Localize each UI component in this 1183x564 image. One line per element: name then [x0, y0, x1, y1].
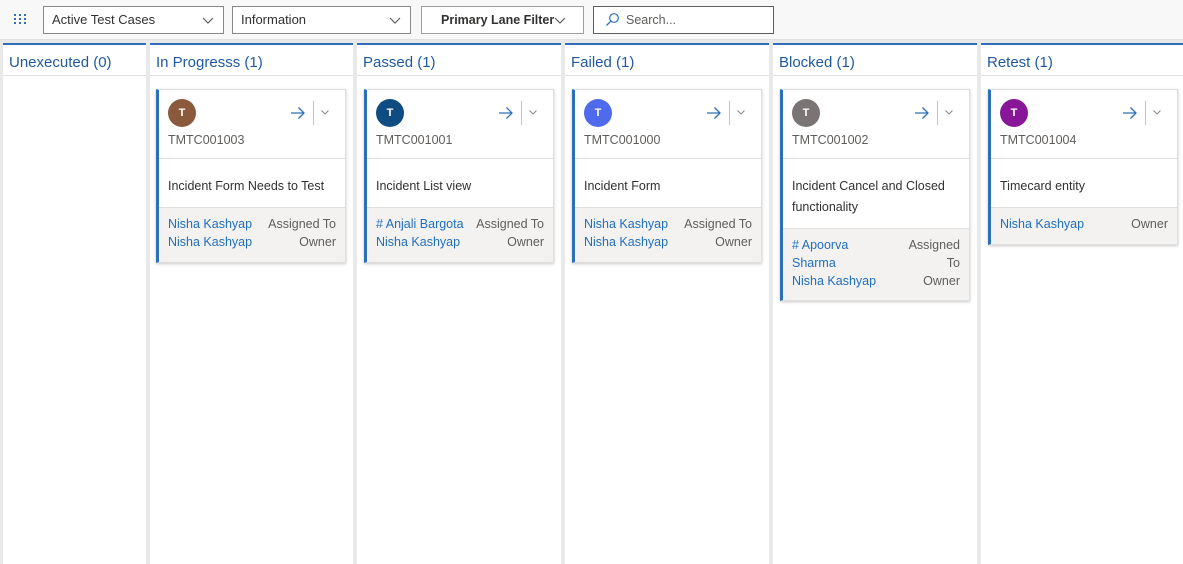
- owner-link[interactable]: Nisha Kashyap: [168, 235, 252, 249]
- card-footer: # Anjali Bargota Assigned To Nisha Kashya…: [367, 207, 553, 262]
- avatar: T: [792, 99, 820, 127]
- card-title: Incident Form Needs to Test: [168, 179, 325, 193]
- card-header: T TMTC001003: [159, 90, 345, 159]
- assigned-to-link[interactable]: Nisha Kashyap: [584, 217, 668, 231]
- owner-link[interactable]: Nisha Kashyap: [1000, 217, 1084, 231]
- card-header: T TMTC001004: [991, 90, 1177, 159]
- card-header: T TMTC001000: [575, 90, 761, 159]
- assigned-to-link-cont[interactable]: Sharma: [792, 256, 836, 270]
- avatar: T: [1000, 99, 1028, 127]
- chevron-down-icon[interactable]: [944, 107, 954, 117]
- lane-title: In Progresss (1): [156, 54, 263, 71]
- assigned-to-label: Assigned To: [268, 217, 336, 231]
- assigned-to-label-cont: To: [946, 256, 960, 270]
- card-header: T TMTC001001: [367, 90, 553, 159]
- owner-label: Owner: [299, 235, 336, 249]
- chevron-down-icon[interactable]: [1152, 107, 1162, 117]
- chevron-down-icon[interactable]: [736, 107, 746, 117]
- lane-in-progress: In Progresss (1) T TMTC001003 Incident F…: [150, 43, 353, 564]
- arrow-right-icon[interactable]: [705, 104, 723, 122]
- card-title: Incident Form: [584, 179, 661, 193]
- test-case-card[interactable]: T TMTC001002 Incident Cancel and Closed …: [780, 89, 970, 301]
- assigned-to-link[interactable]: # Anjali Bargota: [376, 217, 464, 231]
- assigned-to-label: Assigned To: [476, 217, 544, 231]
- lane-passed: Passed (1) T TMTC001001 Incident List vi…: [357, 43, 561, 564]
- card-id: TMTC001003: [168, 133, 245, 147]
- lane-title: Failed (1): [571, 54, 635, 71]
- divider: [1145, 101, 1146, 125]
- owner-label: Owner: [715, 235, 752, 249]
- card-id: TMTC001000: [584, 133, 661, 147]
- test-case-card[interactable]: T TMTC001001 Incident List view # Anjali…: [364, 89, 554, 263]
- card-footer: Nisha Kashyap Assigned To Nisha Kashyap Ow…: [575, 207, 761, 262]
- search-icon: [606, 13, 619, 26]
- view-select-value: Active Test Cases: [52, 12, 156, 27]
- search-box[interactable]: [593, 6, 774, 34]
- primary-lane-filter-button[interactable]: Primary Lane Filter: [421, 6, 584, 34]
- owner-link[interactable]: Nisha Kashyap: [792, 274, 876, 288]
- divider: [313, 101, 314, 125]
- assigned-to-link[interactable]: Nisha Kashyap: [168, 217, 252, 231]
- test-case-card[interactable]: T TMTC001000 Incident Form Nisha Kashyap…: [572, 89, 762, 263]
- lane-divider: [3, 75, 146, 76]
- card-footer: Nisha Kashyap Owner: [991, 207, 1177, 244]
- chevron-down-icon[interactable]: [320, 107, 330, 117]
- divider: [937, 101, 938, 125]
- test-case-card[interactable]: T TMTC001004 Timecard entity Nisha Kashy…: [988, 89, 1178, 245]
- card-id: TMTC001001: [376, 133, 453, 147]
- chevron-down-icon[interactable]: [528, 107, 538, 117]
- assigned-to-label: Assigned: [908, 238, 960, 252]
- card-header: T TMTC001002: [783, 90, 969, 159]
- app-launcher-icon[interactable]: [12, 11, 28, 27]
- lane-divider: [565, 75, 769, 76]
- card-footer: # Apoorva Assigned Sharma To Nisha Kashyap…: [783, 228, 969, 300]
- chevron-down-icon: [202, 17, 214, 24]
- lane-retest: Retest (1) T TMTC001004 Timecard entity …: [981, 43, 1183, 564]
- lane-title: Passed (1): [363, 54, 436, 71]
- lane-title: Unexecuted (0): [9, 54, 112, 71]
- form-select-value: Information: [241, 12, 307, 27]
- lane-unexecuted: Unexecuted (0): [3, 43, 146, 564]
- toolbar: Active Test Cases Information Primary La…: [0, 0, 1183, 40]
- lane-divider: [981, 75, 1183, 76]
- card-title: Timecard entity: [1000, 179, 1085, 193]
- arrow-right-icon[interactable]: [1121, 104, 1139, 122]
- divider: [521, 101, 522, 125]
- owner-label: Owner: [507, 235, 544, 249]
- arrow-right-icon[interactable]: [497, 104, 515, 122]
- lane-title: Blocked (1): [779, 54, 855, 71]
- owner-label: Owner: [923, 274, 960, 288]
- lane-blocked: Blocked (1) T TMTC001002 Incident Cancel…: [773, 43, 977, 564]
- lane-divider: [773, 75, 977, 76]
- card-footer: Nisha Kashyap Assigned To Nisha Kashyap Ow…: [159, 207, 345, 262]
- test-case-card[interactable]: T TMTC001003 Incident Form Needs to Test…: [156, 89, 346, 263]
- owner-label: Owner: [1131, 217, 1168, 231]
- arrow-right-icon[interactable]: [289, 104, 307, 122]
- card-id: TMTC001002: [792, 133, 869, 147]
- form-select[interactable]: Information: [232, 6, 411, 34]
- chevron-down-icon: [389, 17, 401, 24]
- owner-link[interactable]: Nisha Kashyap: [584, 235, 668, 249]
- card-title: Incident List view: [376, 179, 472, 193]
- search-input[interactable]: [626, 9, 766, 31]
- avatar: T: [376, 99, 404, 127]
- chevron-down-icon: [554, 17, 566, 24]
- assigned-to-label: Assigned To: [684, 217, 752, 231]
- view-select[interactable]: Active Test Cases: [43, 6, 224, 34]
- lane-title: Retest (1): [987, 54, 1053, 71]
- lane-failed: Failed (1) T TMTC001000 Incident Form Ni…: [565, 43, 769, 564]
- assigned-to-link[interactable]: # Apoorva: [792, 238, 848, 252]
- lane-divider: [357, 75, 561, 76]
- divider: [729, 101, 730, 125]
- lane-divider: [150, 75, 353, 76]
- lane-filter-label: Primary Lane Filter: [441, 13, 555, 27]
- avatar: T: [168, 99, 196, 127]
- avatar: T: [584, 99, 612, 127]
- card-id: TMTC001004: [1000, 133, 1077, 147]
- arrow-right-icon[interactable]: [913, 104, 931, 122]
- owner-link[interactable]: Nisha Kashyap: [376, 235, 460, 249]
- card-title: Incident Cancel and Closed functionality: [792, 179, 945, 214]
